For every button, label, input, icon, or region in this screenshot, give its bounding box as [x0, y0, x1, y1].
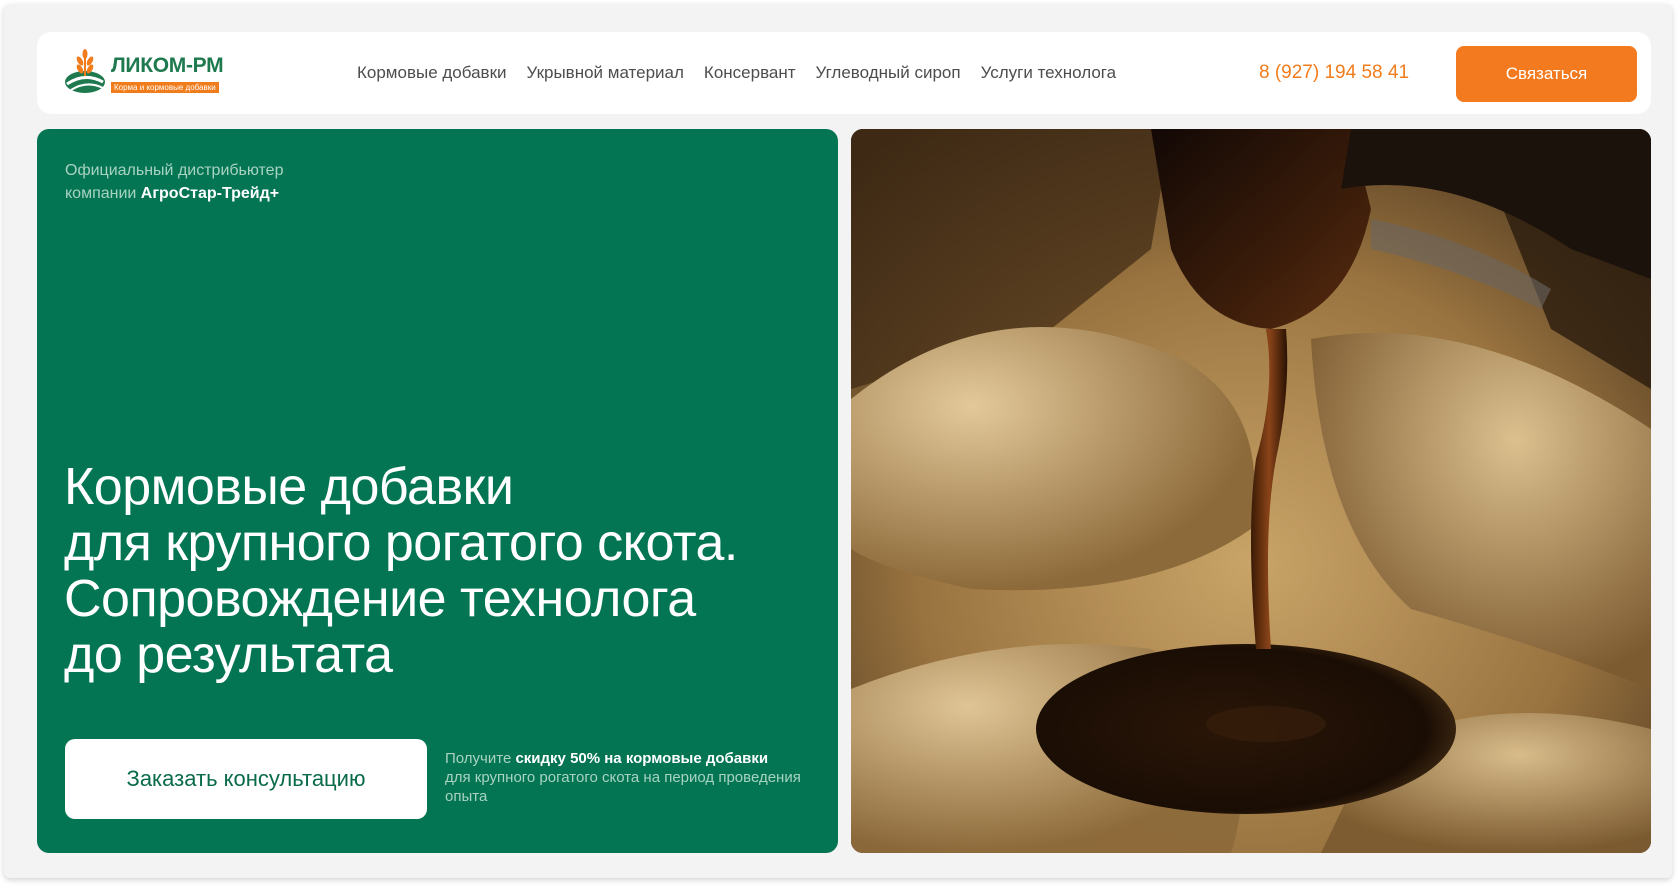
distributor-line1: Официальный дистрибьютер — [65, 162, 284, 179]
nav-covering-material[interactable]: Укрывной материал — [527, 63, 684, 83]
nav-carbohydrate-syrup[interactable]: Углеводный сироп — [816, 63, 961, 83]
nav-feed-additives[interactable]: Кормовые добавки — [357, 63, 507, 83]
headline-line: для крупного рогатого скота. — [64, 514, 738, 572]
hero-image — [851, 129, 1651, 853]
distributor-line2: компании АгроСтар-Трейд+ — [65, 182, 283, 205]
molasses-feed-photo — [851, 129, 1651, 853]
logo[interactable]: ЛИКОМ-РМ Корма и кормовые добавки — [63, 48, 224, 96]
promo-rest: для крупного рогатого скота на период пр… — [445, 769, 801, 805]
order-consultation-button[interactable]: Заказать консультацию — [65, 739, 427, 819]
logo-text: ЛИКОМ-РМ Корма и кормовые добавки — [111, 54, 224, 95]
contact-button[interactable]: Связаться — [1456, 46, 1637, 102]
distributor-note: Официальный дистрибьютер компании АгроСт… — [65, 159, 283, 205]
distributor-prefix: компании — [65, 185, 141, 202]
distributor-company: АгроСтар-Трейд+ — [140, 185, 280, 202]
site-header: ЛИКОМ-РМ Корма и кормовые добавки Кормов… — [37, 32, 1651, 114]
discount-promo: Получите скидку 50% на кормовые добавки д… — [445, 749, 817, 806]
nav-technologist-services[interactable]: Услуги технолога — [981, 63, 1117, 83]
logo-title: ЛИКОМ-РМ — [111, 54, 224, 77]
nav-preservative[interactable]: Консервант — [704, 63, 796, 83]
logo-subtitle: Корма и кормовые добавки — [111, 82, 219, 93]
main-nav: Кормовые добавки Укрывной материал Консе… — [357, 32, 1136, 114]
phone-link[interactable]: 8 (927) 194 58 41 — [1259, 62, 1409, 84]
wheat-field-logo-icon — [65, 49, 105, 93]
promo-highlight: скидку 50% на кормовые добавки — [515, 750, 769, 767]
headline-line: Кормовые добавки — [64, 458, 514, 516]
hero-headline: Кормовые добавки для крупного рогатого с… — [64, 459, 824, 683]
headline-line: Сопровождение технолога — [64, 570, 696, 628]
promo-prefix: Получите — [445, 750, 516, 767]
page-frame: ЛИКОМ-РМ Корма и кормовые добавки Кормов… — [4, 4, 1672, 878]
hero-panel: Официальный дистрибьютер компании АгроСт… — [37, 129, 838, 853]
headline-line: до результата — [64, 626, 393, 684]
